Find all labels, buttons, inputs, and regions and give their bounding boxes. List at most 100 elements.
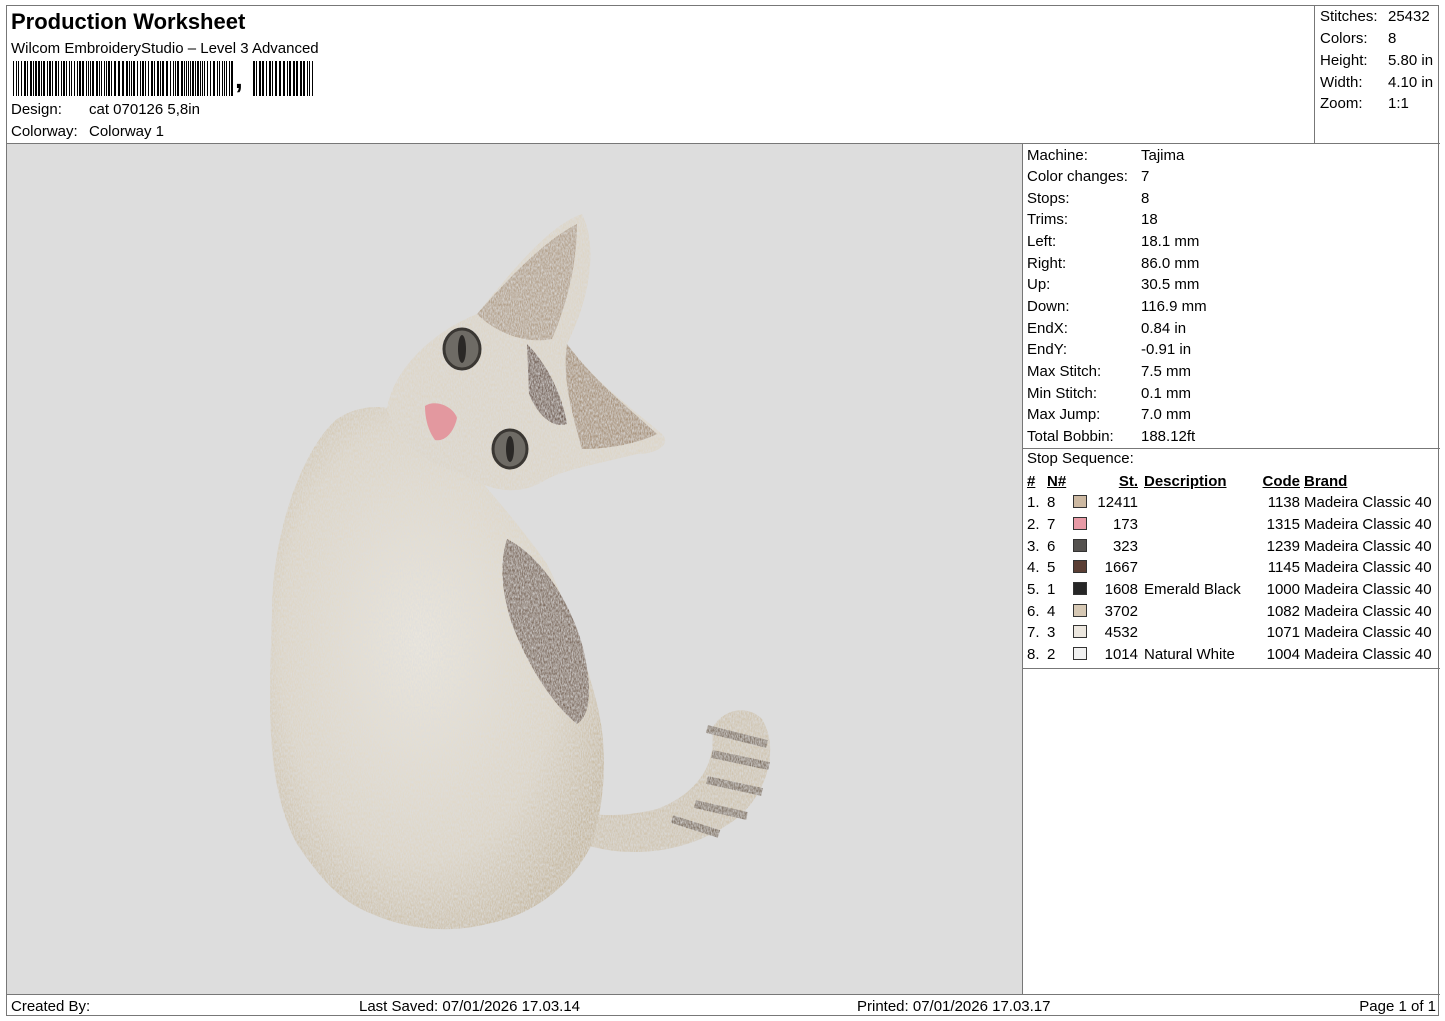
printed-date: Printed: 07/01/2026 17.03.17 xyxy=(857,998,1051,1015)
row-code: 1082 xyxy=(1266,602,1300,620)
row-brand: Madeira Classic 40 xyxy=(1304,559,1432,577)
design-value: cat 070126 5,8in xyxy=(89,101,200,118)
panel-divider xyxy=(1023,668,1440,669)
table-row: 2. 7 173 1315 Madeira Classic 40 xyxy=(1027,514,1439,536)
table-row: 6. 4 3702 1082 Madeira Classic 40 xyxy=(1027,600,1439,622)
info-row: Max Jump: 7.0 mm xyxy=(1027,406,1192,423)
info-row: Total Bobbin: 188.12ft xyxy=(1027,428,1196,445)
colorway-value: Colorway 1 xyxy=(89,123,165,140)
row-brand: Madeira Classic 40 xyxy=(1304,602,1432,620)
row-swatch xyxy=(1069,600,1093,622)
row-brand: Madeira Classic 40 xyxy=(1304,646,1432,664)
row-swatch xyxy=(1069,492,1093,514)
row-needle: 6 xyxy=(1047,537,1056,555)
row-needle: 2 xyxy=(1047,646,1056,664)
info-row: Color changes: 7 xyxy=(1027,168,1150,185)
row-swatch xyxy=(1069,644,1093,666)
col-header-swatch xyxy=(1069,471,1093,492)
info-row: EndY: -0.91 in xyxy=(1027,341,1192,358)
info-row: EndX: 0.84 in xyxy=(1027,320,1187,337)
colorway-label: Colorway: xyxy=(11,123,78,140)
created-by: Created By: xyxy=(11,998,91,1015)
row-stitches: 4532 xyxy=(1104,624,1138,642)
barcode-image xyxy=(13,61,313,96)
table-row: 7. 3 4532 1071 Madeira Classic 40 xyxy=(1027,622,1439,644)
row-brand: Madeira Classic 40 xyxy=(1304,537,1432,555)
stop-sequence-table: # N# St. Description Code Brand 1. 8 12411… xyxy=(1027,471,1439,666)
stat-row: Width: 4.10 in xyxy=(1320,74,1434,91)
row-index: 1. xyxy=(1027,494,1040,512)
row-needle: 4 xyxy=(1047,602,1056,620)
barcode-suffix: , xyxy=(235,63,243,94)
row-index: 3. xyxy=(1027,537,1040,555)
row-needle: 5 xyxy=(1047,559,1056,577)
info-row: Machine: Tajima xyxy=(1027,147,1185,164)
color-swatch xyxy=(1073,517,1087,531)
row-code: 1071 xyxy=(1266,624,1300,642)
row-needle: 3 xyxy=(1047,624,1056,642)
color-swatch xyxy=(1073,647,1087,661)
info-row: Up: 30.5 mm xyxy=(1027,276,1200,293)
row-stitches: 3702 xyxy=(1104,602,1138,620)
row-index: 4. xyxy=(1027,559,1040,577)
stop-sequence-title: Stop Sequence: xyxy=(1027,450,1134,467)
row-brand: Madeira Classic 40 xyxy=(1304,494,1432,512)
row-code: 1145 xyxy=(1267,559,1300,577)
col-header-description: Description xyxy=(1144,473,1227,490)
cat-embroidery-image xyxy=(270,214,771,930)
row-index: 5. xyxy=(1027,581,1040,599)
table-row: 1. 8 12411 1138 Madeira Classic 40 xyxy=(1027,492,1439,514)
software-name: Wilcom EmbroideryStudio – Level 3 Advanc… xyxy=(11,40,319,57)
stat-row: Zoom: 1:1 xyxy=(1320,95,1409,112)
row-stitches: 323 xyxy=(1112,537,1138,555)
color-swatch xyxy=(1073,538,1087,552)
row-index: 7. xyxy=(1027,624,1040,642)
color-swatch xyxy=(1073,603,1087,617)
row-brand: Madeira Classic 40 xyxy=(1304,581,1432,599)
design-stats: Stitches: 25432 Colors: 8 Height: 5.80 in W… xyxy=(1314,6,1440,144)
col-header-index: # xyxy=(1027,473,1036,490)
row-index: 2. xyxy=(1027,516,1040,534)
row-code: 1004 xyxy=(1266,646,1300,664)
table-header-row: # N# St. Description Code Brand xyxy=(1027,471,1439,492)
page-number: Page 1 of 1 xyxy=(1359,998,1436,1015)
row-needle: 8 xyxy=(1047,494,1056,512)
row-description: Emerald Black xyxy=(1144,581,1241,599)
info-row: Trims: 18 xyxy=(1027,211,1158,228)
col-header-code: Code xyxy=(1262,473,1301,490)
table-row: 4. 5 1667 1145 Madeira Classic 40 xyxy=(1027,557,1439,579)
info-row: Stops: 8 xyxy=(1027,190,1150,207)
info-row: Down: 116.9 mm xyxy=(1027,298,1207,315)
row-stitches: 1014 xyxy=(1104,646,1138,664)
production-worksheet: Production Worksheet Wilcom EmbroiderySt… xyxy=(6,5,1440,1016)
row-code: 1000 xyxy=(1266,581,1300,599)
table-row: 3. 6 323 1239 Madeira Classic 40 xyxy=(1027,535,1439,557)
col-header-brand: Brand xyxy=(1304,473,1348,490)
design-preview xyxy=(7,144,1023,994)
stat-row: Height: 5.80 in xyxy=(1320,52,1434,69)
design-label: Design: xyxy=(11,101,62,118)
color-swatch xyxy=(1073,560,1087,574)
row-description xyxy=(1138,600,1258,622)
row-swatch xyxy=(1069,514,1093,536)
row-index: 8. xyxy=(1027,646,1040,664)
row-swatch xyxy=(1069,622,1093,644)
info-row: Max Stitch: 7.5 mm xyxy=(1027,363,1192,380)
row-description: Natural White xyxy=(1144,646,1235,664)
row-description xyxy=(1138,622,1258,644)
worksheet-header: Production Worksheet Wilcom EmbroiderySt… xyxy=(7,6,1440,144)
color-swatch xyxy=(1073,582,1087,596)
col-header-needle: N# xyxy=(1047,473,1067,490)
design-info-panel: Machine: Tajima Color changes: 7 Stops: 8 T… xyxy=(1023,144,1440,994)
row-stitches: 12411 xyxy=(1097,494,1138,512)
row-swatch xyxy=(1069,579,1093,601)
color-swatch xyxy=(1073,495,1087,509)
row-swatch xyxy=(1069,535,1093,557)
row-brand: Madeira Classic 40 xyxy=(1304,516,1432,534)
row-index: 6. xyxy=(1027,602,1040,620)
col-header-stitches: St. xyxy=(1118,473,1138,490)
last-saved: Last Saved: 07/01/2026 17.03.14 xyxy=(359,998,581,1015)
row-needle: 7 xyxy=(1047,516,1056,534)
row-description xyxy=(1138,557,1258,579)
stat-row: Stitches: 25432 xyxy=(1320,8,1430,25)
